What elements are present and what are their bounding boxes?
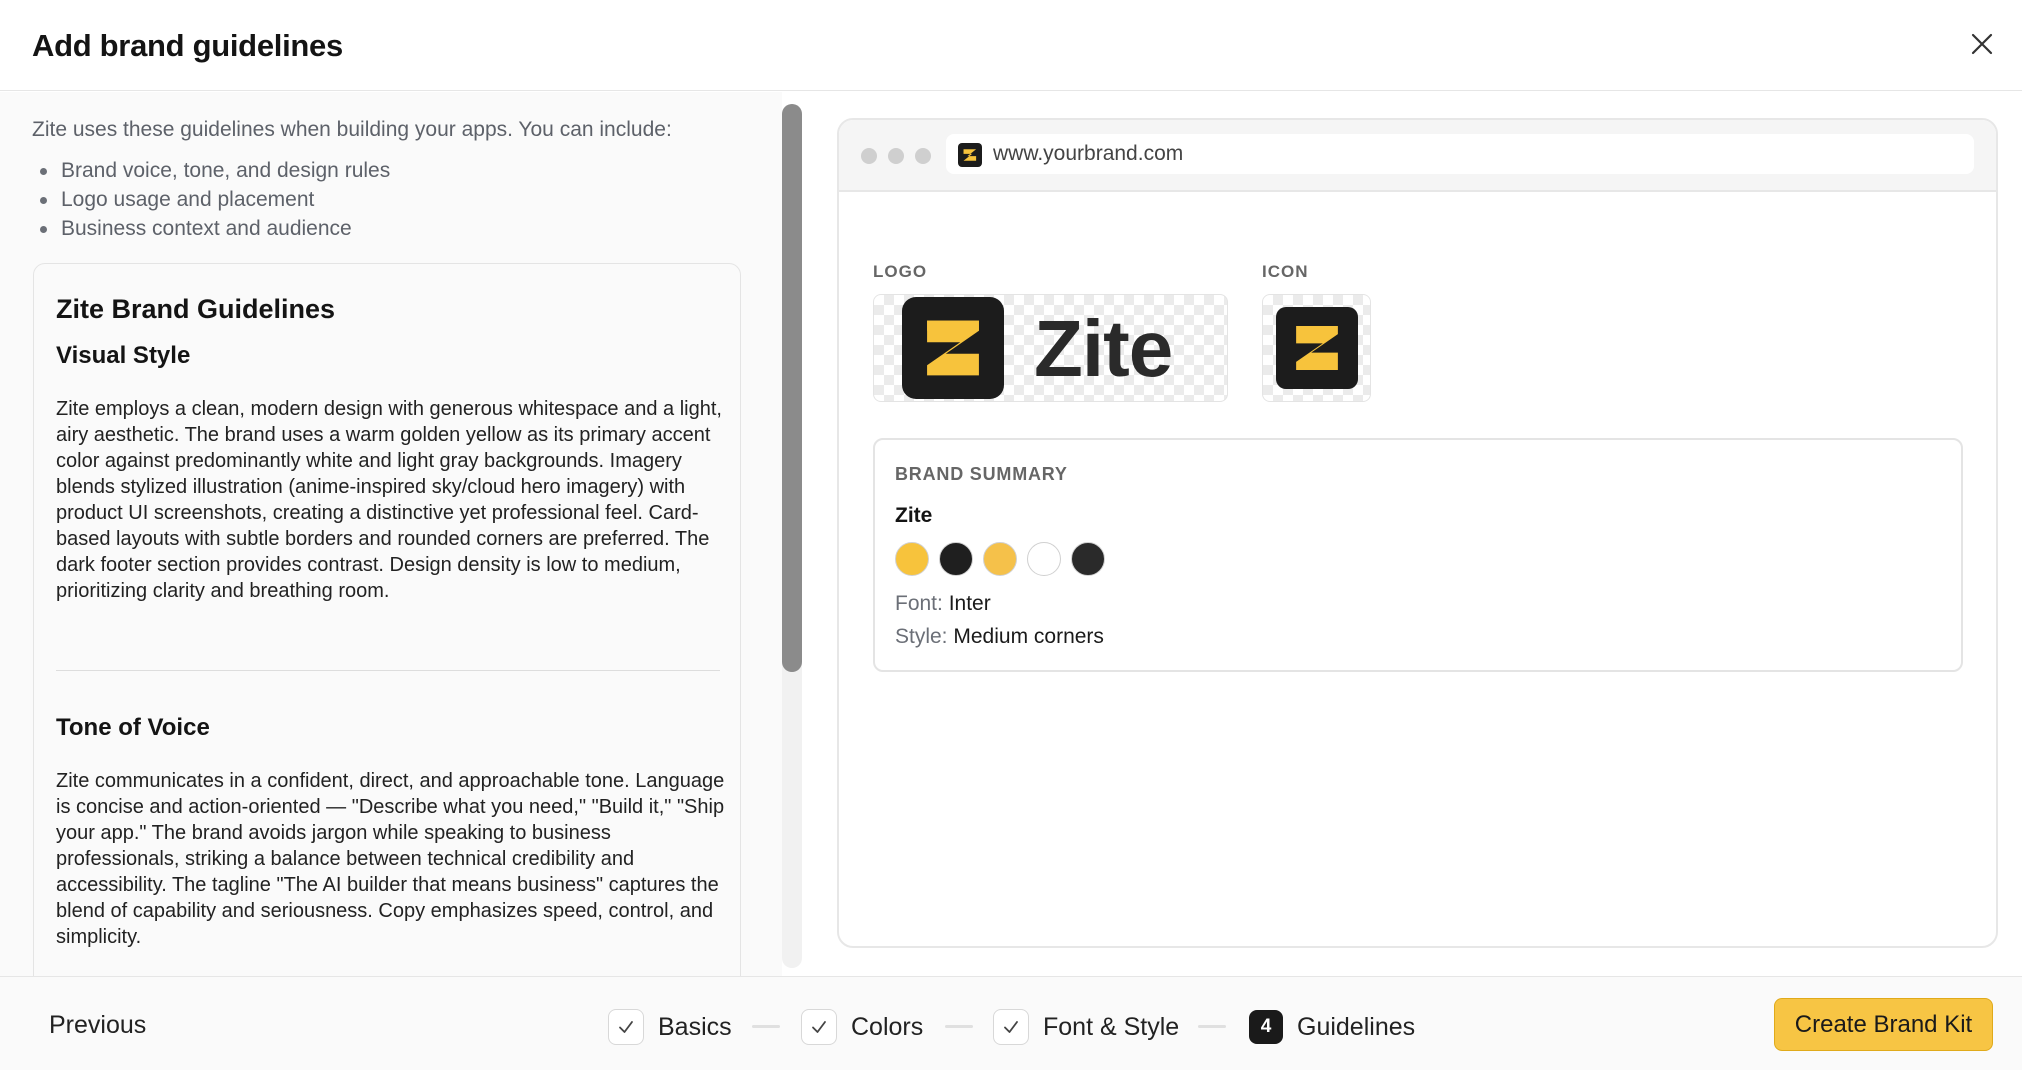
modal-footer: Previous Basics Colors Font & Style 4 Gu…	[0, 976, 2022, 1070]
list-item: Brand voice, tone, and design rules	[32, 156, 390, 185]
divider	[56, 670, 720, 671]
step-label: Font & Style	[1043, 1012, 1180, 1041]
logo-wordmark: Zite	[1034, 304, 1173, 393]
check-icon	[608, 1009, 644, 1045]
close-button[interactable]	[1964, 26, 2000, 62]
url-text: www.yourbrand.com	[993, 142, 1184, 165]
guidelines-editor[interactable]: Zite Brand Guidelines Visual Style Zite …	[33, 263, 741, 976]
step-label: Colors	[851, 1012, 924, 1041]
intro-list: Brand voice, tone, and design rules Logo…	[32, 156, 390, 243]
style-label: Style:	[895, 625, 948, 648]
icon-label: ICON	[1262, 262, 1309, 281]
window-dot	[888, 148, 904, 164]
section-body-tone-of-voice: Zite communicates in a confident, direct…	[56, 770, 725, 948]
font-value: Inter	[948, 592, 991, 615]
check-icon	[801, 1009, 837, 1045]
color-swatch	[1027, 542, 1061, 576]
step-guidelines[interactable]: 4 Guidelines	[1249, 1008, 1415, 1046]
step-label: Guidelines	[1297, 1012, 1416, 1041]
favicon-icon	[958, 143, 982, 167]
section-body-visual-style: Zite employs a clean, modern design with…	[56, 398, 722, 602]
previous-button[interactable]: Previous	[49, 1011, 146, 1040]
section-title-tone-of-voice: Tone of Voice	[56, 714, 210, 741]
check-icon	[993, 1009, 1029, 1045]
modal-title: Add brand guidelines	[32, 28, 343, 63]
brand-preview: www.yourbrand.com LOGO ICON Zite BRAND S…	[837, 118, 1998, 948]
close-icon	[1971, 33, 1993, 55]
intro-text: Zite uses these guidelines when building…	[32, 118, 672, 141]
brand-name: Zite	[895, 504, 933, 527]
step-number: 4	[1249, 1010, 1283, 1044]
logo-label: LOGO	[873, 262, 928, 281]
window-dot	[915, 148, 931, 164]
step-separator	[1198, 1025, 1226, 1028]
guidelines-panel: Zite uses these guidelines when building…	[0, 92, 782, 976]
scrollbar-thumb[interactable]	[782, 104, 802, 672]
icon-preview	[1262, 294, 1371, 402]
step-label: Basics	[658, 1012, 732, 1041]
create-brand-kit-button[interactable]: Create Brand Kit	[1774, 998, 1993, 1051]
zite-logo-mark-icon	[902, 297, 1004, 399]
color-swatch	[939, 542, 973, 576]
color-swatch	[983, 542, 1017, 576]
brand-guidelines-modal: Add brand guidelines Zite uses these gui…	[0, 0, 2022, 1070]
step-separator	[752, 1025, 780, 1028]
color-swatches	[895, 542, 1105, 576]
url-bar: www.yourbrand.com	[946, 134, 1974, 174]
font-label: Font:	[895, 592, 943, 615]
step-basics[interactable]: Basics	[608, 1008, 732, 1046]
step-separator	[945, 1025, 973, 1028]
list-item: Business context and audience	[32, 214, 390, 243]
modal-header: Add brand guidelines	[0, 0, 2022, 91]
color-swatch	[1071, 542, 1105, 576]
step-colors[interactable]: Colors	[801, 1008, 923, 1046]
brand-summary-label: BRAND SUMMARY	[895, 464, 1068, 484]
brand-summary-card: BRAND SUMMARY Zite Font: Inter Style: Me…	[873, 438, 1963, 672]
guidelines-heading: Zite Brand Guidelines	[56, 294, 336, 324]
zite-icon	[1276, 307, 1358, 389]
window-dot	[861, 148, 877, 164]
step-font-style[interactable]: Font & Style	[993, 1008, 1179, 1046]
list-item: Logo usage and placement	[32, 185, 390, 214]
font-row: Font: Inter	[895, 592, 991, 616]
logo-preview: Zite	[873, 294, 1228, 402]
section-title-visual-style: Visual Style	[56, 342, 191, 369]
color-swatch	[895, 542, 929, 576]
browser-bar: www.yourbrand.com	[839, 120, 1996, 192]
style-row: Style: Medium corners	[895, 625, 1104, 649]
style-value: Medium corners	[953, 625, 1104, 648]
